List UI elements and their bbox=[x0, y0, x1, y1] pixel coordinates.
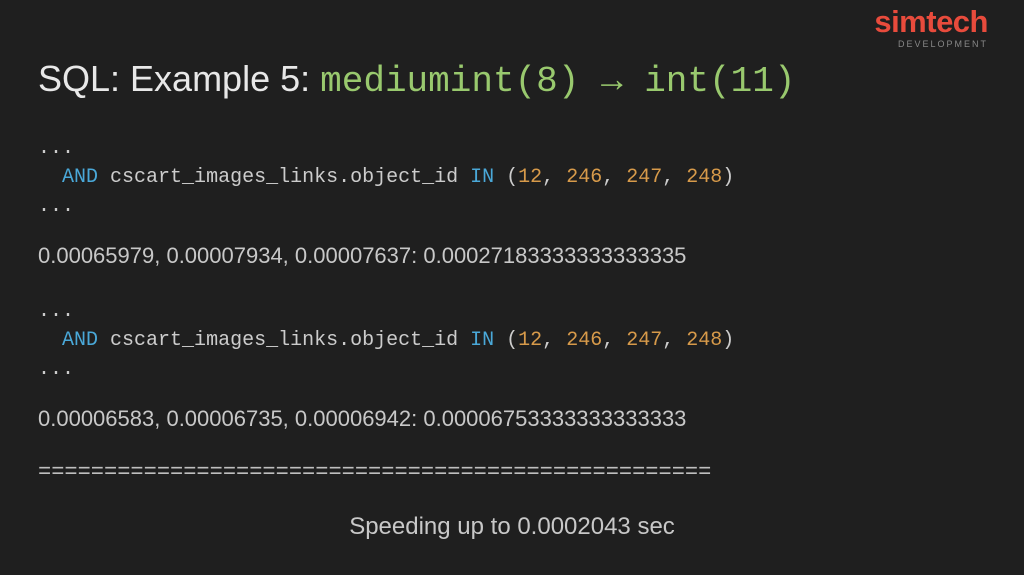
sql-identifier: cscart_images_links.object_id bbox=[110, 166, 458, 189]
keyword-and: AND bbox=[62, 329, 98, 352]
sql-block-1: ... AND cscart_images_links.object_id IN… bbox=[38, 134, 986, 221]
ellipsis: ... bbox=[38, 300, 74, 323]
brand-logo: simtech DEVELOPMENT bbox=[874, 6, 988, 49]
keyword-and: AND bbox=[62, 166, 98, 189]
sql-identifier: cscart_images_links.object_id bbox=[110, 329, 458, 352]
indent bbox=[38, 329, 62, 352]
logo-sub-text: DEVELOPMENT bbox=[874, 39, 988, 49]
keyword-in: IN bbox=[470, 329, 494, 352]
number: 247 bbox=[626, 329, 662, 352]
indent bbox=[38, 166, 62, 189]
logo-main-text: simtech bbox=[874, 6, 988, 37]
ellipsis: ... bbox=[38, 195, 74, 218]
number: 248 bbox=[686, 329, 722, 352]
number: 12 bbox=[518, 329, 542, 352]
footer-summary: Speeding up to 0.0002043 sec bbox=[38, 513, 986, 541]
number: 246 bbox=[566, 329, 602, 352]
title-code: mediumint(8) → int(11) bbox=[320, 61, 795, 102]
timings-line-2: 0.00006583, 0.00006735, 0.00006942: 0.00… bbox=[38, 406, 986, 432]
keyword-in: IN bbox=[470, 166, 494, 189]
timings-line-1: 0.00065979, 0.00007934, 0.00007637: 0.00… bbox=[38, 243, 986, 269]
number: 246 bbox=[566, 166, 602, 189]
number: 12 bbox=[518, 166, 542, 189]
divider-line: ========================================… bbox=[38, 460, 986, 485]
slide-title: SQL: Example 5: mediumint(8) → int(11) bbox=[38, 58, 986, 102]
ellipsis: ... bbox=[38, 358, 74, 381]
number: 248 bbox=[686, 166, 722, 189]
number: 247 bbox=[626, 166, 662, 189]
title-prefix: SQL: Example 5: bbox=[38, 58, 320, 99]
sql-block-2: ... AND cscart_images_links.object_id IN… bbox=[38, 297, 986, 384]
slide-content: SQL: Example 5: mediumint(8) → int(11) .… bbox=[0, 0, 1024, 541]
ellipsis: ... bbox=[38, 137, 74, 160]
